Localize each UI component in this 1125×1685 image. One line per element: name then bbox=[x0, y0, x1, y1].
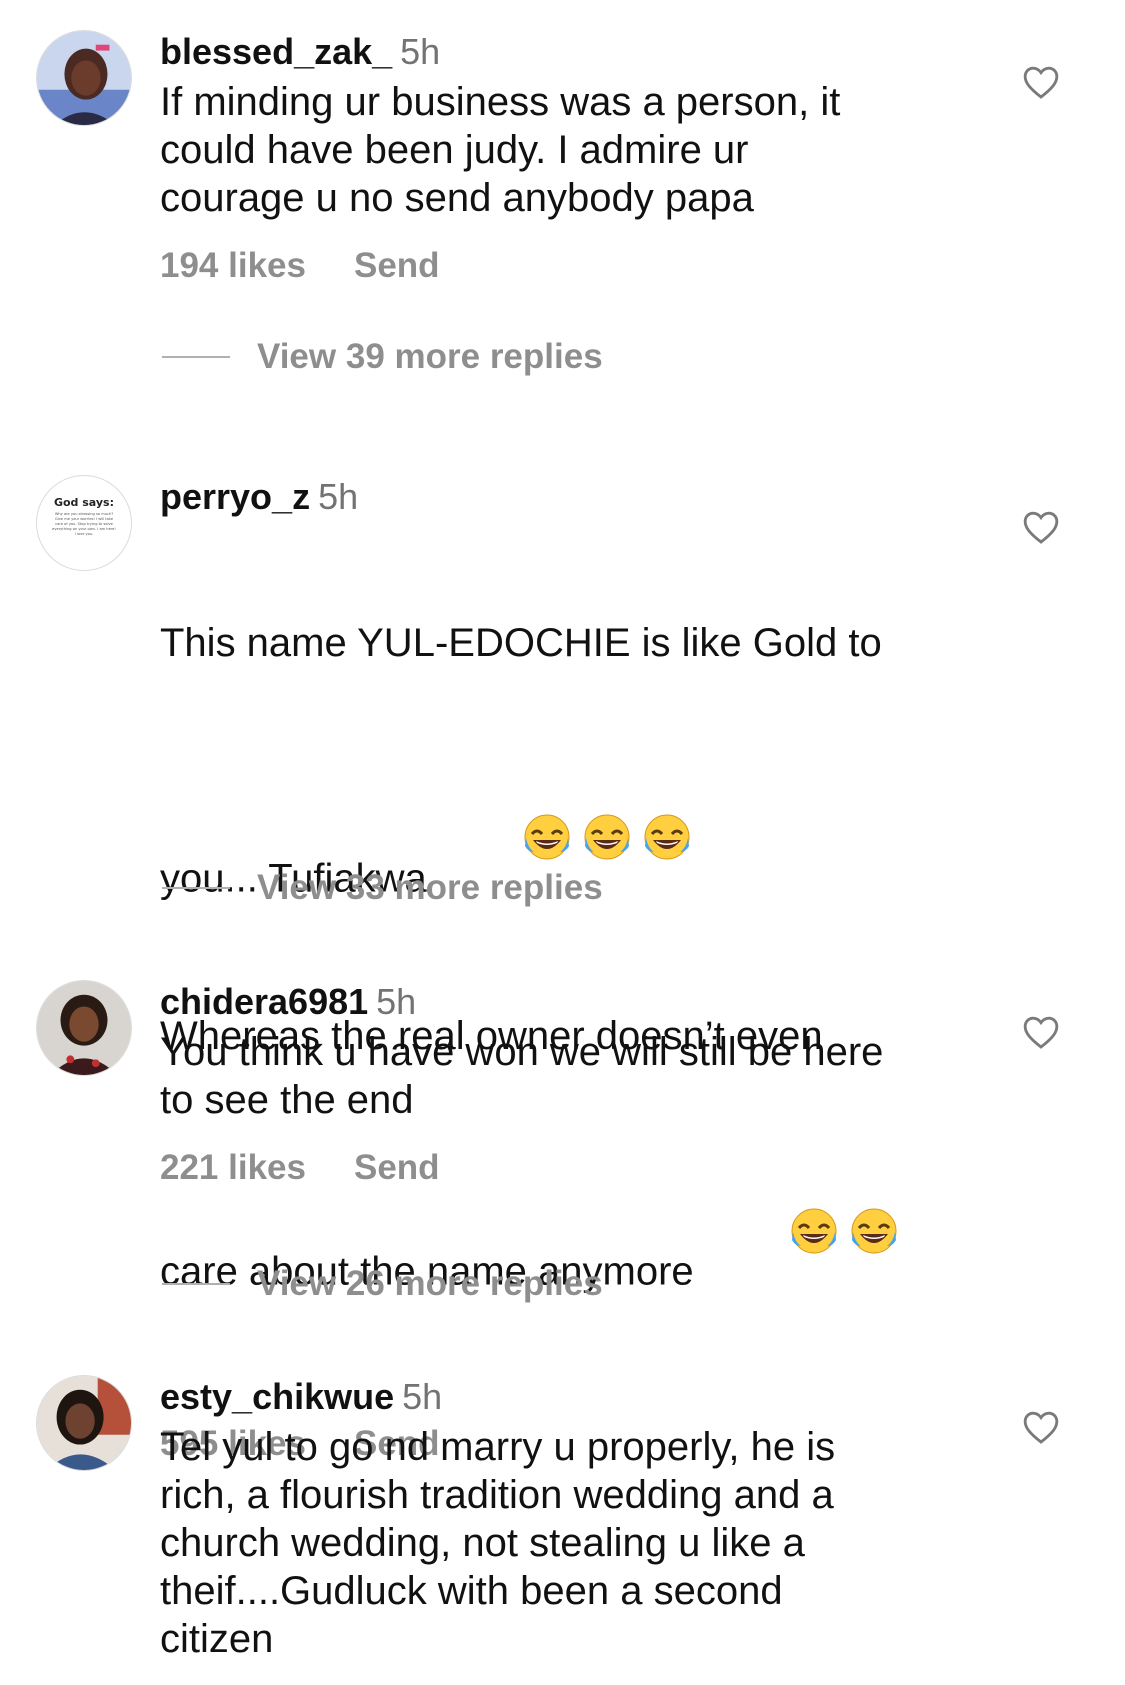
comment-username[interactable]: blessed_zak_ bbox=[160, 31, 392, 72]
laughing-emoji-icon bbox=[789, 1206, 839, 1256]
heart-icon[interactable] bbox=[1022, 64, 1060, 100]
replies-divider bbox=[162, 1283, 230, 1285]
laughing-emoji-icon bbox=[849, 1206, 899, 1256]
comment-line: to see the end bbox=[160, 1078, 414, 1122]
comment-line: could have been judy. I admire ur bbox=[160, 128, 749, 172]
replies-divider bbox=[162, 887, 230, 889]
replies-divider bbox=[162, 356, 230, 358]
comment-line: theif....Gudluck with been a second bbox=[160, 1569, 783, 1613]
laughing-emoji-icon bbox=[642, 812, 692, 862]
view-replies-button[interactable]: View 33 more replies bbox=[162, 866, 762, 910]
comment-line: courage u no send anybody papa bbox=[160, 176, 754, 220]
avatar[interactable] bbox=[36, 1375, 132, 1471]
view-replies-label: View 39 more replies bbox=[257, 337, 603, 376]
comment-timestamp: 5h bbox=[376, 981, 417, 1022]
comment-line: This name YUL-EDOCHIE is like Gold to bbox=[160, 621, 882, 665]
comment-text: If minding ur business was a person, it c… bbox=[160, 78, 960, 222]
send-button[interactable]: Send bbox=[354, 246, 440, 285]
avatar-caption-line: I love you. bbox=[74, 532, 94, 536]
heart-icon[interactable] bbox=[1022, 1014, 1060, 1050]
comment-timestamp: 5h bbox=[400, 31, 441, 72]
likes-count[interactable]: 221 likes bbox=[160, 1148, 306, 1187]
profile-photo-icon bbox=[37, 1376, 131, 1470]
heart-icon[interactable] bbox=[1022, 1409, 1060, 1445]
avatar[interactable]: God says: Why are you stressing so much?… bbox=[36, 475, 132, 571]
avatar[interactable] bbox=[36, 30, 132, 126]
comment-username[interactable]: chidera6981 bbox=[160, 981, 368, 1022]
comment-timestamp: 5h bbox=[318, 476, 359, 517]
comment-line: If minding ur business was a person, it bbox=[160, 80, 841, 124]
view-replies-label: View 33 more replies bbox=[257, 868, 603, 907]
comment-timestamp: 5h bbox=[402, 1376, 443, 1417]
avatar[interactable] bbox=[36, 980, 132, 1076]
comment-line: You think u have won we will still be he… bbox=[160, 1030, 884, 1074]
send-button[interactable]: Send bbox=[354, 1148, 440, 1187]
comment-line: church wedding, not stealing u like a bbox=[160, 1521, 805, 1565]
comment-line: citizen bbox=[160, 1617, 274, 1661]
comment-username[interactable]: esty_chikwue bbox=[160, 1376, 394, 1417]
profile-photo-icon bbox=[37, 981, 131, 1075]
heart-icon[interactable] bbox=[1022, 509, 1060, 545]
laughing-emoji-icon bbox=[522, 812, 572, 862]
likes-count[interactable]: 194 likes bbox=[160, 246, 306, 285]
comment-text: Tel yul to go nd marry u properly, he is… bbox=[160, 1423, 960, 1663]
avatar-caption-title: God says: bbox=[53, 496, 115, 509]
laughing-emoji-icon bbox=[582, 812, 632, 862]
view-replies-button[interactable]: View 26 more replies bbox=[162, 1262, 762, 1306]
comment-line: Tel yul to go nd marry u properly, he is bbox=[160, 1425, 836, 1469]
comment-username[interactable]: perryo_z bbox=[160, 476, 310, 517]
profile-photo-icon bbox=[37, 31, 131, 125]
view-replies-label: View 26 more replies bbox=[257, 1264, 603, 1303]
comment-line: rich, a flourish tradition wedding and a bbox=[160, 1473, 834, 1517]
comment-text: You think u have won we will still be he… bbox=[160, 1028, 960, 1124]
view-replies-button[interactable]: View 39 more replies bbox=[162, 335, 762, 379]
